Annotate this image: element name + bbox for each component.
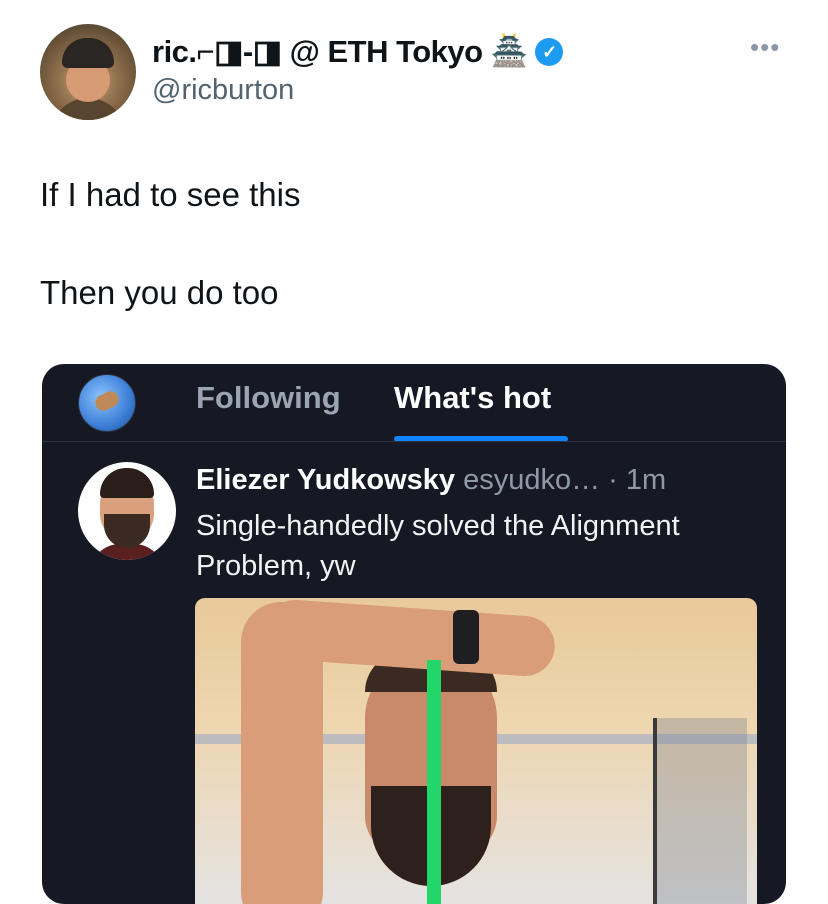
tab-divider <box>42 441 786 442</box>
tweet-text-line-2: Then you do too <box>40 274 279 311</box>
display-name-text: ric.⌐◨-◨ @ ETH Tokyo <box>152 34 483 69</box>
post-author-name: Eliezer Yudkowsky <box>196 464 455 496</box>
tab-whats-hot: What's hot <box>394 380 552 415</box>
user-handle[interactable]: @ricburton <box>152 74 294 107</box>
post-author-line: Eliezer Yudkowsky esyudko… · 1m <box>196 464 666 497</box>
embedded-screenshot-card[interactable]: Following What's hot Eliezer Yudkowsky e… <box>42 364 786 904</box>
green-vertical-line <box>427 660 441 904</box>
profile-avatar[interactable] <box>40 24 136 120</box>
post-photo <box>195 598 757 904</box>
display-name[interactable]: ric.⌐◨-◨ @ ETH Tokyo 🏯 ✓ <box>152 34 564 70</box>
more-options-icon[interactable]: ••• <box>750 32 780 63</box>
post-author-meta: esyudko… · 1m <box>463 464 667 496</box>
post-text: Single-handedly solved the Alignment Pro… <box>196 510 680 582</box>
post-author-avatar <box>78 462 176 560</box>
verified-badge-icon[interactable]: ✓ <box>535 38 564 66</box>
castle-emoji-icon: 🏯 <box>490 35 528 68</box>
tweet-text-line-1: If I had to see this <box>40 176 301 213</box>
app-user-avatar <box>78 374 136 432</box>
tab-following: Following <box>196 380 341 415</box>
